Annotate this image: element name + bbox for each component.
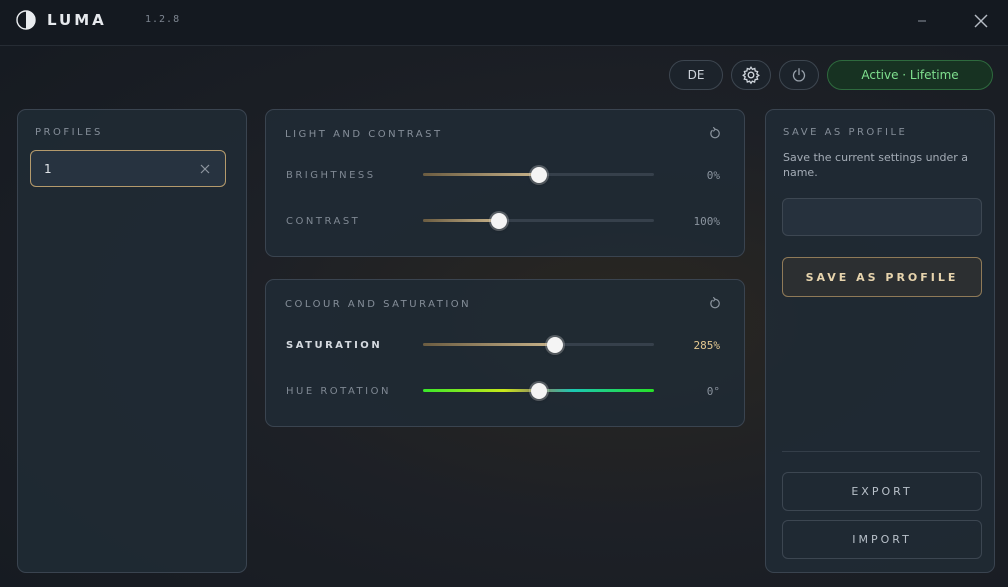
contrast-value: 100%: [693, 215, 721, 228]
brightness-value: 0%: [706, 169, 720, 182]
remove-profile-icon[interactable]: [198, 162, 212, 176]
profile-item[interactable]: 1: [30, 150, 226, 187]
brightness-slider[interactable]: [423, 166, 654, 184]
export-button[interactable]: EXPORT: [782, 472, 982, 511]
saturation-value: 285%: [693, 339, 721, 352]
close-icon[interactable]: [969, 10, 993, 32]
saturation-label: SATURATION: [286, 340, 383, 351]
settings-button[interactable]: [731, 60, 771, 90]
profile-name: 1: [44, 162, 52, 176]
hue-rotation-label: HUE ROTATION: [286, 386, 391, 397]
app-name: LUMA: [47, 11, 107, 29]
reset-colour-saturation-icon[interactable]: [708, 296, 722, 310]
save-profile-title: SAVE AS PROFILE: [783, 127, 908, 138]
app-version: 1.2.8: [145, 14, 181, 25]
contrast-label: CONTRAST: [286, 216, 361, 227]
contrast-slider[interactable]: [423, 212, 654, 230]
profiles-title: PROFILES: [35, 127, 103, 138]
light-contrast-panel: LIGHT AND CONTRAST BRIGHTNESS 0% CONTRAS…: [265, 109, 745, 257]
save-as-profile-button[interactable]: SAVE AS PROFILE: [782, 257, 982, 297]
brightness-label: BRIGHTNESS: [286, 170, 376, 181]
profile-name-input[interactable]: [782, 198, 982, 236]
hue-rotation-value: 0°: [706, 385, 720, 398]
power-button[interactable]: [779, 60, 819, 90]
reset-light-contrast-icon[interactable]: [708, 126, 722, 140]
minimize-icon[interactable]: [910, 10, 934, 32]
light-contrast-title: LIGHT AND CONTRAST: [285, 129, 443, 140]
power-icon: [792, 68, 806, 82]
save-profile-panel: SAVE AS PROFILE Save the current setting…: [765, 109, 995, 573]
half-moon-logo-icon: [16, 10, 36, 30]
saturation-slider-thumb[interactable]: [546, 337, 563, 353]
title-bar: LUMA 1.2.8: [0, 0, 1008, 46]
hue-rotation-slider[interactable]: [423, 382, 654, 400]
divider: [782, 451, 980, 452]
saturation-slider[interactable]: [423, 336, 654, 354]
language-button[interactable]: DE: [669, 60, 723, 90]
hue-rotation-slider-thumb[interactable]: [530, 383, 547, 399]
save-profile-description: Save the current settings under a name.: [783, 151, 969, 179]
colour-saturation-title: COLOUR AND SATURATION: [285, 299, 472, 310]
gear-icon: [742, 66, 760, 85]
import-button[interactable]: IMPORT: [782, 520, 982, 559]
license-status-badge: Active · Lifetime: [827, 60, 993, 90]
contrast-slider-thumb[interactable]: [491, 213, 508, 229]
profiles-panel: PROFILES 1: [17, 109, 247, 573]
colour-saturation-panel: COLOUR AND SATURATION SATURATION 285% HU…: [265, 279, 745, 427]
brightness-slider-thumb[interactable]: [530, 167, 547, 183]
